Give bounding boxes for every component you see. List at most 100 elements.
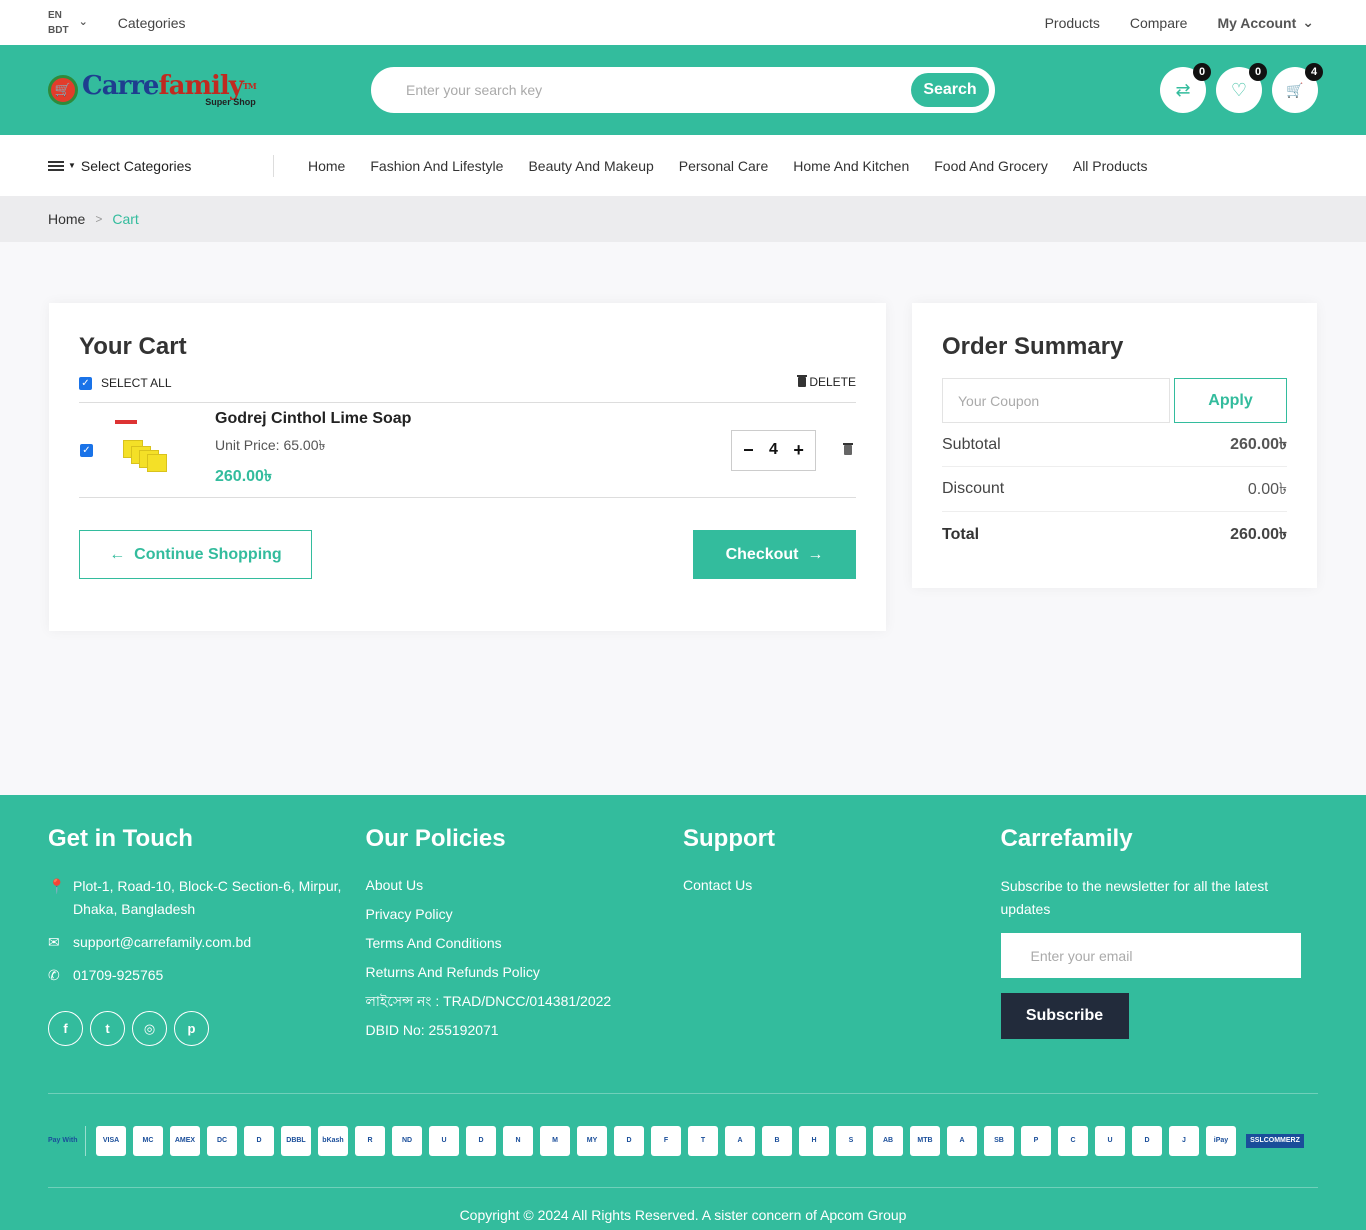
about-us-link[interactable]: About Us <box>366 875 684 895</box>
payment-logo: F <box>651 1125 681 1156</box>
delete-selected-button[interactable]: DELETE <box>797 375 856 389</box>
twitter-icon[interactable]: t <box>90 1011 125 1046</box>
cart-panel: Your Cart ✓ SELECT ALL DELETE ✓ Godrej Ci… <box>49 303 886 631</box>
main-header: 🛒 CarrefamilyTM Super Shop Search ⇄ 0 ♡ … <box>0 45 1366 135</box>
payment-logo: AB <box>873 1125 903 1156</box>
top-bar-right: Products Compare My Account ⌄ <box>1045 14 1314 31</box>
policy-links: About Us Privacy Policy Terms And Condit… <box>366 875 684 1040</box>
returns-policy-link[interactable]: Returns And Refunds Policy <box>366 962 684 982</box>
checkout-button[interactable]: Checkout → <box>693 530 856 579</box>
terms-link[interactable]: Terms And Conditions <box>366 933 684 953</box>
my-account-menu[interactable]: My Account ⌄ <box>1217 14 1314 31</box>
logo-tm: TM <box>242 81 257 91</box>
payment-logo: D <box>614 1125 644 1156</box>
language-currency-selector[interactable]: EN BDT ⌄ <box>48 8 88 38</box>
nav-link-fashion[interactable]: Fashion And Lifestyle <box>370 158 503 174</box>
privacy-policy-link[interactable]: Privacy Policy <box>366 904 684 924</box>
increase-qty-button[interactable]: + <box>787 440 811 461</box>
facebook-icon[interactable]: f <box>48 1011 83 1046</box>
checkout-label: Checkout <box>725 545 799 563</box>
total-row: Total 260.00৳ <box>942 512 1287 557</box>
continue-shopping-button[interactable]: ← Continue Shopping <box>79 530 312 579</box>
pinterest-icon[interactable]: p <box>174 1011 209 1046</box>
item-checkbox[interactable]: ✓ <box>80 443 93 457</box>
continue-shopping-label: Continue Shopping <box>134 545 282 563</box>
payment-logo: iPay <box>1206 1125 1236 1156</box>
product-name[interactable]: Godrej Cinthol Lime Soap <box>215 410 731 428</box>
breadcrumb: Home > Cart <box>0 196 1366 242</box>
nav-link-home-kitchen[interactable]: Home And Kitchen <box>793 158 909 174</box>
select-categories-label: Select Categories <box>80 157 192 174</box>
subtotal-row: Subtotal 260.00৳ <box>942 423 1287 467</box>
newsletter-email-input[interactable] <box>1000 933 1301 978</box>
coupon-input[interactable] <box>942 378 1170 423</box>
subscribe-button[interactable]: Subscribe <box>1000 993 1129 1039</box>
payment-logo: U <box>1095 1125 1125 1156</box>
unit-price: Unit Price: 65.00৳ <box>215 437 326 453</box>
search-button[interactable]: Search <box>911 73 989 107</box>
main-nav: ▼ Select Categories Home Fashion And Lif… <box>0 135 1366 196</box>
trash-icon <box>797 375 808 387</box>
nav-link-food-grocery[interactable]: Food And Grocery <box>934 158 1048 174</box>
instagram-icon[interactable]: ◎ <box>132 1011 167 1046</box>
mail-icon: ✉ <box>48 934 60 950</box>
cart-button[interactable]: 🛒 4 <box>1272 63 1323 113</box>
decrease-qty-button[interactable]: − <box>736 440 760 461</box>
breadcrumb-current: Cart <box>112 211 139 227</box>
product-image[interactable] <box>115 420 185 480</box>
nav-link-all-products[interactable]: All Products <box>1073 158 1148 174</box>
license-number: লাইসেন্স নং : TRAD/DNCC/014381/2022 <box>365 993 612 1009</box>
payment-logo: VISA <box>96 1125 126 1156</box>
cart-item: ✓ Godrej Cinthol Lime Soap Unit Price: 6… <box>79 403 856 498</box>
payment-logo: N <box>503 1125 533 1156</box>
payment-logo: DBBL <box>281 1125 311 1156</box>
nav-links: Home Fashion And Lifestyle Beauty And Ma… <box>308 158 1148 174</box>
payment-logo: U <box>429 1125 459 1156</box>
subtotal-label: Subtotal <box>942 435 1001 453</box>
arrow-right-icon: → <box>807 545 824 563</box>
language-label: EN <box>48 9 62 21</box>
site-footer: Get in Touch 📍 Plot-1, Road-10, Block-C … <box>0 795 1366 1230</box>
top-bar: EN BDT ⌄ Categories Products Compare My … <box>0 0 1366 45</box>
footer-brand-title: Carrefamily <box>1000 825 1133 852</box>
compare-link[interactable]: Compare <box>1130 15 1188 31</box>
nav-link-beauty[interactable]: Beauty And Makeup <box>528 158 653 174</box>
order-summary-panel: Order Summary Apply Subtotal 260.00৳ Dis… <box>912 303 1317 588</box>
payment-logo: SB <box>984 1125 1014 1156</box>
phone-icon: ✆ <box>48 967 60 983</box>
breadcrumb-home[interactable]: Home <box>48 211 85 227</box>
breadcrumb-separator: > <box>95 212 103 226</box>
footer-phone-text[interactable]: 01709-925765 <box>73 964 163 987</box>
select-all-checkbox[interactable]: ✓ <box>79 376 92 390</box>
total-value: 260.00৳ <box>1230 526 1287 543</box>
payment-methods: Pay With VISA MC AMEX DC D DBBL bKash R … <box>48 1094 1318 1187</box>
nav-link-home[interactable]: Home <box>308 158 345 174</box>
total-label: Total <box>942 525 980 543</box>
compare-button[interactable]: ⇄ 0 <box>1160 63 1211 113</box>
logo-name: CarrefamilyTM <box>82 73 257 99</box>
discount-label: Discount <box>942 480 1005 497</box>
site-logo[interactable]: 🛒 CarrefamilyTM Super Shop <box>48 73 371 107</box>
select-categories-dropdown[interactable]: ▼ Select Categories <box>48 154 274 177</box>
footer-email-text[interactable]: support@carrefamily.com.bd <box>73 931 251 954</box>
chevron-down-icon: ⌄ <box>78 16 88 28</box>
search-input[interactable] <box>406 82 856 98</box>
wishlist-button[interactable]: ♡ 0 <box>1216 63 1267 113</box>
payment-logo: A <box>725 1125 755 1156</box>
payment-logo: H <box>799 1125 829 1156</box>
footer-contact: Get in Touch 📍 Plot-1, Road-10, Block-C … <box>48 825 366 1049</box>
apply-coupon-button[interactable]: Apply <box>1174 378 1287 423</box>
select-all-label: SELECT ALL <box>101 376 172 390</box>
select-all-row: ✓ SELECT ALL DELETE <box>79 374 856 403</box>
contact-us-link[interactable]: Contact Us <box>683 875 1001 895</box>
currency-label: BDT <box>48 24 69 36</box>
top-categories-link[interactable]: Categories <box>118 15 186 31</box>
cart-title: Your Cart <box>79 333 187 360</box>
products-link[interactable]: Products <box>1045 15 1100 31</box>
order-summary-title: Order Summary <box>942 333 1124 360</box>
nav-link-personal-care[interactable]: Personal Care <box>679 158 769 174</box>
dbid-number: DBID No: 255192071 <box>365 1022 499 1038</box>
item-delete-button[interactable] <box>843 442 853 458</box>
payment-logo: D <box>466 1125 496 1156</box>
location-pin-icon: 📍 <box>48 878 66 894</box>
